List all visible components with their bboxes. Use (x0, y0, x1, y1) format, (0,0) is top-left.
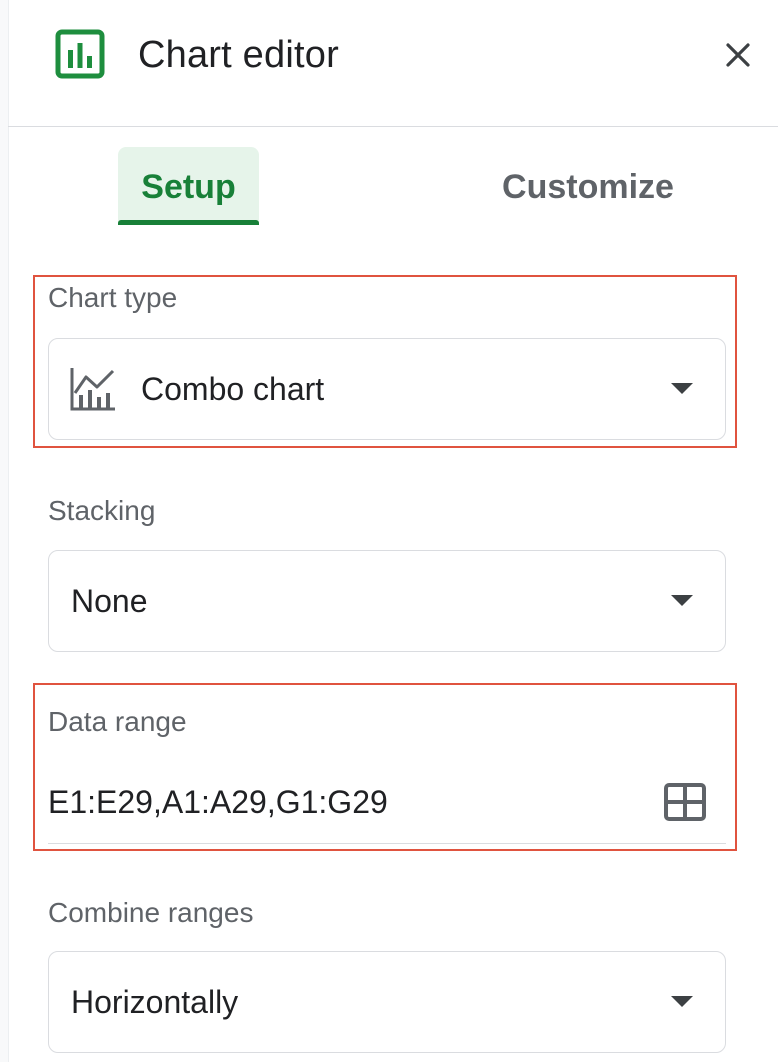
combine-ranges-dropdown[interactable]: Horizontally (48, 951, 726, 1053)
page-title: Chart editor (138, 34, 339, 76)
data-range-input[interactable]: E1:E29,A1:A29,G1:G29 (48, 782, 388, 822)
chart-type-value: Combo chart (141, 371, 325, 407)
chart-type-dropdown[interactable]: Combo chart (48, 338, 726, 440)
chevron-down-icon (671, 383, 693, 394)
stacking-value: None (71, 583, 148, 619)
tab-active-indicator (118, 220, 259, 225)
chart-icon (55, 29, 105, 79)
stacking-label: Stacking (48, 495, 156, 526)
data-range-underline (48, 843, 726, 844)
data-range-label: Data range (48, 706, 187, 737)
chevron-down-icon (671, 595, 693, 606)
panel-left-edge (0, 0, 9, 1062)
tab-setup-label: Setup (141, 168, 236, 206)
chart-editor-panel: Chart editor Setup Customize Chart type … (0, 0, 778, 1062)
tab-setup[interactable]: Setup (118, 147, 259, 225)
combine-ranges-label: Combine ranges (48, 897, 254, 928)
grid-icon[interactable] (664, 783, 706, 821)
tab-customize[interactable]: Customize (470, 147, 706, 225)
chevron-down-icon (671, 996, 693, 1007)
close-icon[interactable] (720, 37, 756, 73)
tab-customize-label: Customize (502, 168, 674, 206)
chart-editor-header: Chart editor (8, 0, 778, 127)
chart-type-label: Chart type (48, 282, 178, 313)
stacking-dropdown[interactable]: None (48, 550, 726, 652)
combo-chart-icon (70, 368, 115, 411)
combine-ranges-value: Horizontally (71, 984, 239, 1020)
